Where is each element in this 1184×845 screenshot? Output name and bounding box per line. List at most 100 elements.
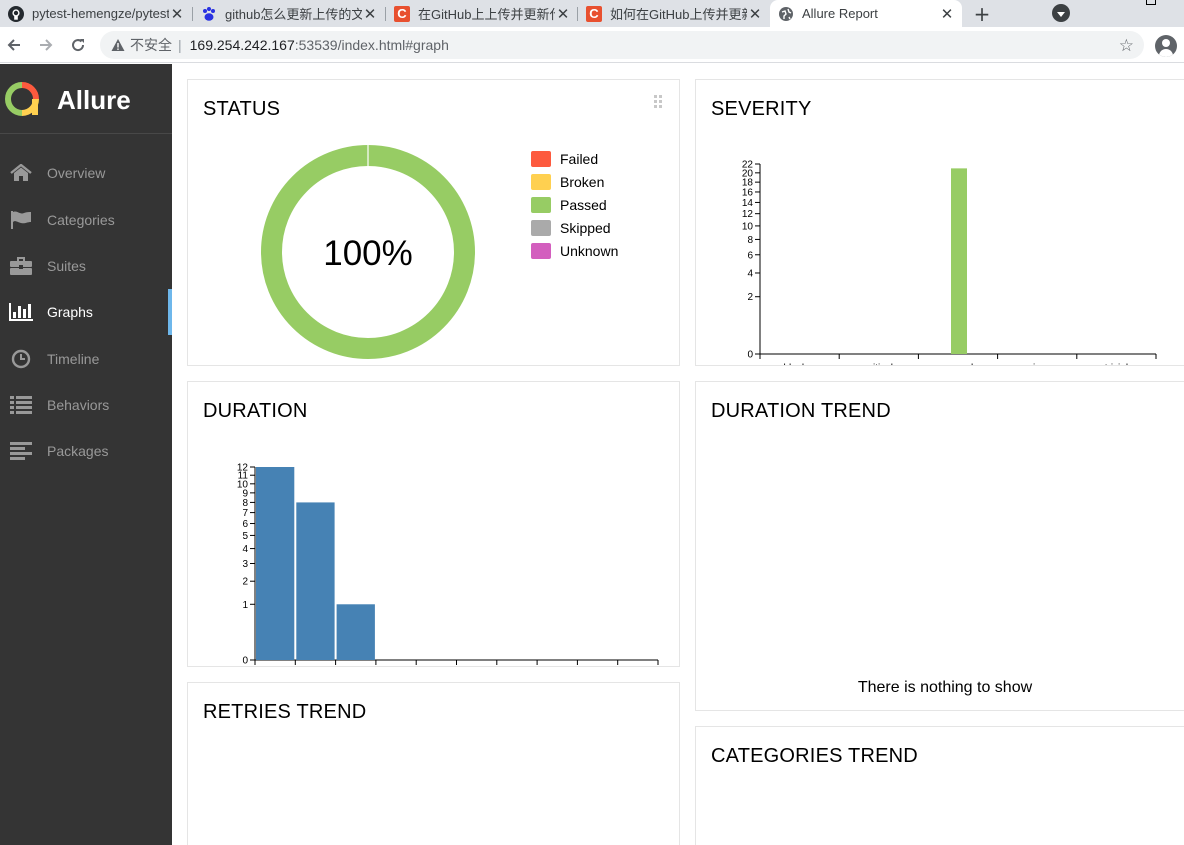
sidebar-item-overview[interactable]: Overview	[0, 150, 172, 196]
globe-icon	[778, 6, 794, 22]
browser-tab-4[interactable]: C 如何在GitHub上传并更新 ✕	[578, 0, 770, 27]
x-tick-label-normal: normal	[943, 363, 974, 365]
drag-handle-icon[interactable]	[654, 95, 664, 109]
security-label[interactable]: 不安全	[130, 35, 172, 55]
reload-icon	[72, 39, 85, 52]
forward-button[interactable]	[32, 27, 60, 63]
github-icon	[8, 5, 24, 22]
close-icon[interactable]: ✕	[169, 5, 185, 23]
sidebar-item-packages[interactable]: Packages	[0, 428, 172, 474]
legend-swatch-passed	[531, 197, 551, 213]
close-icon[interactable]: ✕	[555, 5, 571, 23]
warning-icon[interactable]	[110, 37, 126, 53]
widget-title: RETRIES TREND	[203, 701, 367, 723]
browser-tab-5[interactable]: Allure Report ✕	[770, 0, 962, 27]
y-tick-label: 0	[747, 350, 753, 361]
home-icon	[9, 163, 33, 183]
legend-label-skipped: Skipped	[560, 220, 611, 236]
allure-logo-icon	[5, 82, 39, 116]
widget-title: CATEGORIES TREND	[711, 745, 918, 767]
y-tick-label: 12	[237, 463, 249, 474]
legend-swatch-broken	[531, 174, 551, 190]
x-tick-label-minor: minor	[1025, 363, 1051, 365]
tab-search-icon[interactable]	[1052, 4, 1070, 22]
browser-tab-2[interactable]: github怎么更新上传的文件 ✕	[193, 0, 385, 27]
url-host: 169.254.242.167	[189, 37, 295, 53]
flag-icon	[9, 210, 33, 230]
main-content: STATUS 100% Failed Broken Passed Skipped Unkn…	[172, 64, 1184, 845]
histogram-bar	[336, 604, 375, 660]
browser-tab-3[interactable]: C 在GitHub上上传并更新代码 ✕	[386, 0, 578, 27]
baidu-icon	[201, 6, 217, 22]
categories-trend-widget: CATEGORIES TREND	[695, 726, 1184, 845]
bar-chart-icon	[9, 302, 33, 322]
back-arrow-icon	[7, 39, 20, 51]
csdn-icon: C	[586, 5, 602, 22]
y-tick-label: 3	[242, 559, 248, 570]
align-left-icon	[9, 441, 33, 461]
tab-title: pytest-hemengze/pytest	[32, 6, 169, 21]
address-bar[interactable]: 不安全 | 169.254.242.167:53539/index.html#g…	[100, 31, 1144, 59]
status-percent: 100%	[323, 234, 413, 273]
histogram-bar	[296, 502, 335, 660]
browser-tab-strip: pytest-hemengze/pytest ✕ github怎么更新上传的文件…	[0, 0, 1184, 27]
y-tick-label: 2	[747, 292, 753, 303]
close-icon[interactable]: ✕	[939, 5, 955, 23]
y-tick-label: 6	[747, 250, 753, 261]
legend-swatch-failed	[531, 151, 551, 167]
tab-title: github怎么更新上传的文件	[225, 7, 362, 22]
sidebar-item-categories[interactable]: Categories	[0, 197, 172, 243]
sidebar-item-label: Packages	[47, 443, 109, 459]
y-tick-label: 4	[242, 544, 248, 555]
url-path: :53539/index.html#graph	[294, 37, 449, 53]
bar-normal	[951, 168, 967, 354]
back-button[interactable]	[0, 27, 28, 63]
y-tick-label: 12	[742, 209, 754, 220]
y-tick-label: 5	[242, 531, 248, 542]
status-donut-chart: 100% Failed Broken Passed Skipped Unknown	[261, 145, 618, 359]
widget-title: SEVERITY	[711, 98, 812, 120]
x-tick-label-critical: critical	[865, 363, 893, 365]
close-icon[interactable]: ✕	[747, 5, 763, 23]
widget-title: DURATION	[203, 400, 308, 422]
y-tick-label: 8	[747, 235, 753, 246]
reload-button[interactable]	[64, 27, 92, 63]
widget-title: STATUS	[203, 98, 281, 120]
duration-widget: DURATION 01234567891011120s1ms2ms3ms4ms5…	[187, 381, 680, 667]
legend-label-passed: Passed	[560, 197, 607, 213]
sidebar-item-label: Suites	[47, 258, 86, 274]
status-widget: STATUS 100% Failed Broken Passed Skipped Unkn…	[187, 79, 680, 366]
y-tick-label: 6	[242, 519, 248, 530]
empty-state-text: There is nothing to show	[857, 679, 1033, 696]
y-tick-label: 22	[742, 160, 754, 171]
browser-tab-1[interactable]: pytest-hemengze/pytest ✕	[0, 0, 192, 27]
new-tab-button[interactable]: +	[968, 0, 996, 27]
csdn-icon: C	[394, 5, 410, 22]
divider: |	[178, 37, 182, 53]
y-tick-label: 0	[242, 656, 248, 667]
y-tick-label: 2	[242, 577, 248, 588]
duration-histogram: 01234567891011120s1ms2ms3ms4ms5ms6ms7ms8…	[237, 463, 659, 667]
profile-avatar-icon[interactable]	[1155, 35, 1177, 57]
sidebar-item-behaviors[interactable]: Behaviors	[0, 382, 172, 428]
sidebar-item-timeline[interactable]: Timeline	[0, 336, 172, 382]
y-tick-label: 14	[742, 198, 754, 209]
sidebar-item-suites[interactable]: Suites	[0, 243, 172, 289]
histogram-bar	[256, 467, 295, 660]
severity-bar-chart: 0246810121416182022blockercriticalnormal…	[742, 160, 1157, 365]
list-icon	[9, 395, 33, 415]
sidebar-item-label: Overview	[47, 165, 106, 181]
x-tick-label-blocker: blocker	[783, 363, 816, 365]
legend-label-broken: Broken	[560, 174, 604, 190]
tab-title: 如何在GitHub上传并更新	[610, 7, 747, 22]
sidebar-item-graphs[interactable]: Graphs	[0, 289, 172, 335]
sidebar-item-label: Graphs	[47, 304, 93, 320]
widget-title: DURATION TREND	[711, 400, 891, 422]
brand[interactable]: Allure	[0, 64, 172, 134]
y-tick-label: 10	[742, 221, 754, 232]
restore-window-icon[interactable]	[1146, 0, 1156, 5]
bookmark-star-icon[interactable]: ☆	[1119, 36, 1134, 56]
legend-label-unknown: Unknown	[560, 243, 618, 259]
x-tick-label-trivial: trivial	[1105, 363, 1128, 365]
close-icon[interactable]: ✕	[362, 5, 378, 23]
